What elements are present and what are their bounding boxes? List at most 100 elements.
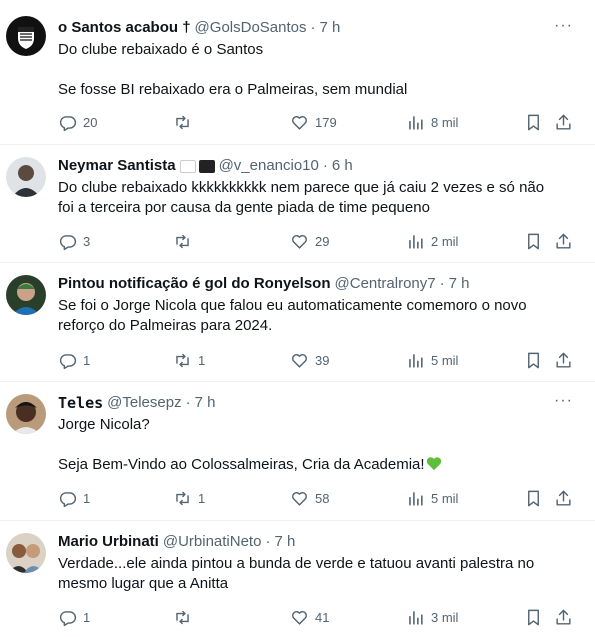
tweet-header: Neymar Santista @v_enancio10 · 6 h	[58, 156, 573, 176]
retweet-button[interactable]	[173, 229, 198, 253]
views-button[interactable]: 8 mil	[406, 110, 458, 134]
share-icon	[556, 352, 571, 368]
views-icon	[409, 115, 423, 130]
user-handle[interactable]: @Telesepz	[107, 393, 181, 413]
like-button[interactable]: 39	[290, 348, 329, 372]
share-button[interactable]	[554, 348, 573, 372]
timestamp[interactable]: 6 h	[332, 156, 353, 176]
display-name[interactable]: Pintou notificação é gol do Ronyelson	[58, 274, 331, 294]
action-bar: 3 29 2 mil	[58, 229, 575, 253]
reply-button[interactable]: 1	[58, 348, 90, 372]
retweet-icon	[176, 491, 189, 505]
tweet-header: Teles @Telesepz · 7 h	[58, 393, 573, 413]
tweet-text-line: Jorge Nicola?	[58, 416, 150, 433]
retweets-count: 1	[198, 490, 206, 506]
user-handle[interactable]: @GolsDoSantos	[195, 18, 307, 38]
retweet-icon	[176, 610, 189, 624]
like-button[interactable]: 58	[290, 486, 329, 510]
display-name[interactable]: o Santos acabou †	[58, 18, 191, 38]
separator-dot: ·	[310, 19, 316, 36]
tweet[interactable]: o Santos acabou † @GolsDoSantos · 7 h ··…	[0, 0, 595, 145]
retweet-button[interactable]: 1	[173, 348, 205, 372]
person-avatar-icon	[6, 394, 46, 434]
bookmark-button[interactable]	[524, 486, 543, 510]
reply-button[interactable]: 3	[58, 229, 90, 253]
like-button[interactable]: 29	[290, 229, 329, 253]
tweet-text-line: Seja Bem-Vindo ao Colossalmeiras, Cria d…	[58, 455, 573, 475]
views-button[interactable]: 2 mil	[406, 229, 458, 253]
share-button[interactable]	[554, 486, 573, 510]
bookmark-button[interactable]	[524, 348, 543, 372]
tweet[interactable]: Teles @Telesepz · 7 h ··· Jorge Nicola? …	[0, 382, 595, 521]
more-options-icon[interactable]: ···	[554, 393, 573, 409]
retweets-count: 1	[198, 352, 206, 368]
retweet-button[interactable]: 1	[173, 486, 205, 510]
separator-dot: ·	[322, 157, 328, 174]
green-heart-icon	[426, 457, 441, 471]
share-button[interactable]	[554, 110, 573, 134]
timestamp[interactable]: 7 h	[274, 532, 295, 552]
views-count: 5 mil	[431, 352, 459, 368]
views-button[interactable]: 5 mil	[406, 486, 458, 510]
bookmark-button[interactable]	[524, 605, 543, 629]
separator-dot: ·	[439, 275, 445, 292]
timestamp[interactable]: 7 h	[195, 393, 216, 413]
retweet-button[interactable]	[173, 605, 198, 629]
share-button[interactable]	[554, 229, 573, 253]
black-flag-icon	[198, 159, 215, 173]
like-button[interactable]: 41	[290, 605, 329, 629]
santos-crest-icon	[6, 16, 46, 56]
timestamp[interactable]: 7 h	[320, 18, 341, 38]
reply-button[interactable]: 1	[58, 605, 90, 629]
timestamp[interactable]: 7 h	[449, 274, 470, 294]
reply-button[interactable]: 1	[58, 486, 90, 510]
share-icon	[556, 233, 571, 249]
tweet-text: Do clube rebaixado é o Santos Se fosse B…	[58, 40, 573, 100]
user-handle[interactable]: @v_enancio10	[219, 156, 319, 176]
action-bar: 1 41 3 mil	[58, 605, 575, 629]
bookmark-button[interactable]	[524, 229, 543, 253]
action-bar: 1 1 39 5 mil	[58, 348, 575, 372]
views-icon	[409, 353, 423, 368]
avatar[interactable]	[6, 394, 46, 434]
avatar[interactable]	[6, 533, 46, 573]
share-icon	[556, 490, 571, 506]
bookmark-button[interactable]	[524, 110, 543, 134]
user-handle[interactable]: @UrbinatiNeto	[163, 532, 262, 552]
share-button[interactable]	[554, 605, 573, 629]
avatar[interactable]	[6, 157, 46, 197]
tweet-header: Mario Urbinati @UrbinatiNeto · 7 h	[58, 532, 573, 552]
like-button[interactable]: 179	[290, 110, 337, 134]
views-icon	[409, 491, 423, 506]
tweet-header: Pintou notificação é gol do Ronyelson @C…	[58, 274, 573, 294]
tweet[interactable]: Pintou notificação é gol do Ronyelson @C…	[0, 263, 595, 382]
reply-button[interactable]: 20	[58, 110, 97, 134]
views-count: 8 mil	[431, 114, 459, 130]
likes-count: 39	[315, 352, 330, 368]
display-name[interactable]: Mario Urbinati	[58, 532, 159, 552]
retweet-icon	[176, 353, 189, 367]
display-name[interactable]: Teles	[58, 393, 103, 413]
avatar[interactable]	[6, 16, 46, 56]
tweet-header: o Santos acabou † @GolsDoSantos · 7 h	[58, 18, 573, 38]
reply-icon	[59, 353, 77, 369]
views-icon	[409, 234, 423, 249]
reply-icon	[59, 115, 77, 131]
tweet-text-line: Do clube rebaixado é o Santos	[58, 41, 264, 58]
replies-count: 3	[83, 233, 91, 249]
likes-count: 29	[315, 233, 330, 249]
user-handle[interactable]: @Centralrony7	[335, 274, 436, 294]
views-button[interactable]: 3 mil	[406, 605, 458, 629]
views-button[interactable]: 5 mil	[406, 348, 458, 372]
separator-dot: ·	[185, 394, 191, 411]
tweet[interactable]: Neymar Santista @v_enancio10 · 6 h Do cl…	[0, 145, 595, 263]
tweet[interactable]: Mario Urbinati @UrbinatiNeto · 7 h Verda…	[0, 521, 595, 637]
retweet-button[interactable]	[173, 110, 198, 134]
heart-icon	[292, 353, 307, 368]
display-name[interactable]: Neymar Santista	[58, 156, 176, 176]
reply-icon	[59, 610, 77, 626]
avatar[interactable]	[6, 275, 46, 315]
bookmark-icon	[528, 609, 539, 625]
more-options-icon[interactable]: ···	[554, 18, 573, 34]
heart-icon	[292, 491, 307, 506]
